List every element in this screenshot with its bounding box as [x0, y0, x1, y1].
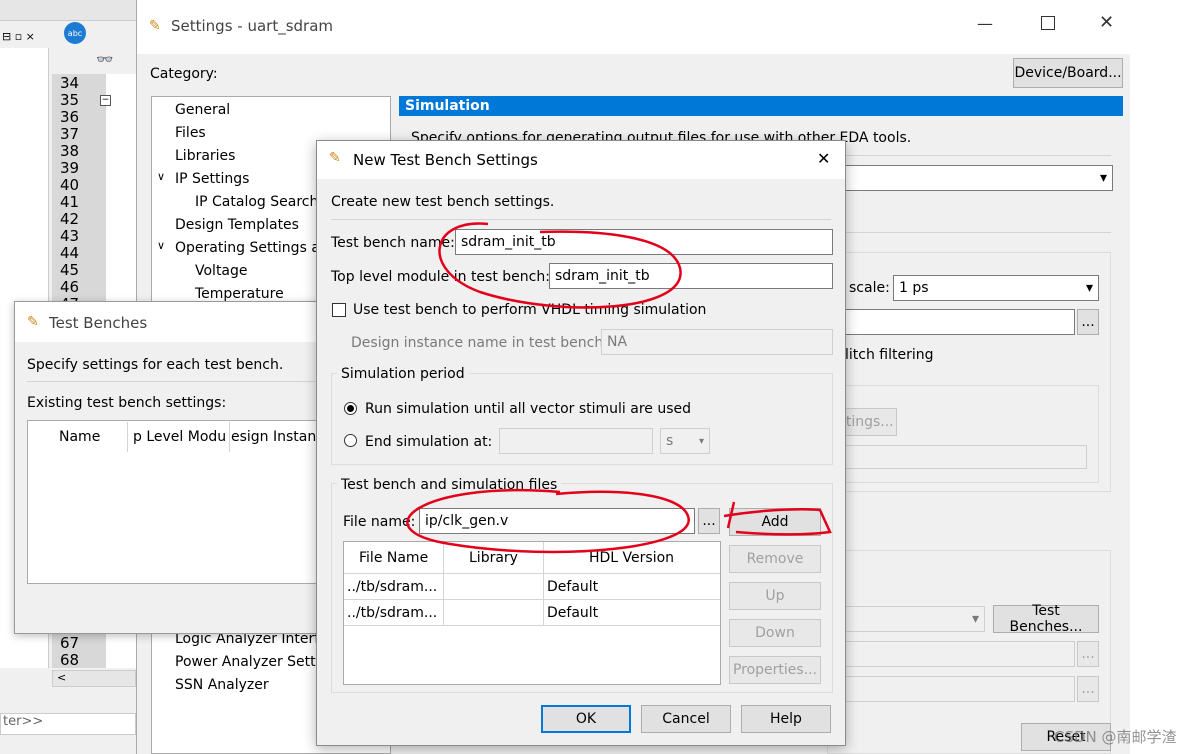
annotation-box-add — [723, 501, 832, 536]
annotation-circle-names — [438, 222, 682, 309]
annotation-overlay — [406, 222, 832, 554]
annotation-circle-filename — [406, 488, 690, 554]
watermark: CSDN @南邮学渣 — [1054, 728, 1177, 746]
